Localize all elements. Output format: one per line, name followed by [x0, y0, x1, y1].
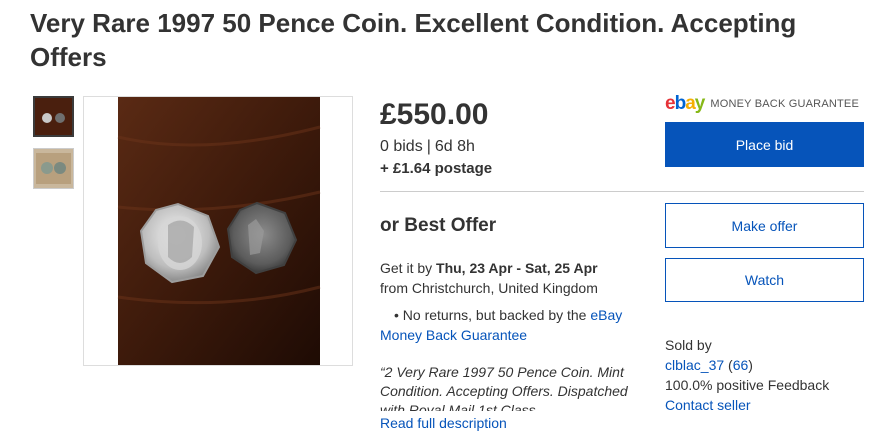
money-back-guarantee-badge: ebay MONEY BACK GUARANTEE [665, 94, 859, 114]
returns-text: • No returns, but backed by the [394, 307, 591, 323]
main-image-frame[interactable] [83, 96, 353, 366]
ebay-logo: ebay [665, 93, 705, 114]
seller-name-link[interactable]: clblac_37 [665, 357, 724, 373]
delivery-origin: from Christchurch, United Kingdom [380, 280, 598, 296]
bid-status: 0 bids | 6d 8h [380, 138, 475, 156]
contact-seller-link[interactable]: Contact seller [665, 397, 751, 413]
place-bid-button[interactable]: Place bid [665, 122, 864, 167]
delivery-estimate: Get it by Thu, 23 Apr - Sat, 25 Apr from… [380, 258, 598, 298]
feedback-close-paren: ) [748, 357, 753, 373]
thumbnail-1[interactable] [33, 96, 74, 137]
feedback-count-link[interactable]: 66 [733, 357, 749, 373]
seller-info: Sold by clblac_37 (66) 100.0% positive F… [665, 335, 829, 415]
delivery-date-line: Get it by Thu, 23 Apr - Sat, 25 Apr [380, 258, 598, 278]
feedback-open-paren: ( [724, 357, 733, 373]
thumbnail-1-image [35, 98, 72, 135]
make-offer-button[interactable]: Make offer [665, 203, 864, 248]
delivery-prefix: Get it by [380, 260, 437, 276]
read-full-description-link[interactable]: Read full description [380, 415, 507, 431]
positive-feedback: 100.0% positive Feedback [665, 377, 830, 393]
watch-button[interactable]: Watch [665, 258, 864, 302]
section-divider [380, 191, 864, 192]
seller-name-line: clblac_37 (66) [665, 355, 829, 375]
postage-cost: + £1.64 postage [380, 160, 493, 177]
sold-by-label: Sold by [665, 337, 712, 353]
bid-count: 0 bids [380, 138, 423, 155]
thumbnail-2-image [34, 149, 73, 188]
returns-policy: • No returns, but backed by the eBay Mon… [380, 305, 640, 345]
money-back-guarantee-label: MONEY BACK GUARANTEE [710, 98, 860, 110]
description-excerpt: “2 Very Rare 1997 50 Pence Coin. Mint Co… [380, 364, 628, 411]
item-price: £550.00 [380, 98, 489, 131]
bid-separator: | [426, 138, 431, 155]
delivery-dates: Thu, 23 Apr - Sat, 25 Apr [436, 260, 598, 276]
main-coin-image [117, 97, 321, 365]
listing-title: Very Rare 1997 50 Pence Coin. Excellent … [30, 8, 797, 72]
best-offer-label: or Best Offer [380, 215, 497, 236]
time-left: 6d 8h [434, 138, 475, 155]
thumbnail-2[interactable] [33, 148, 74, 189]
